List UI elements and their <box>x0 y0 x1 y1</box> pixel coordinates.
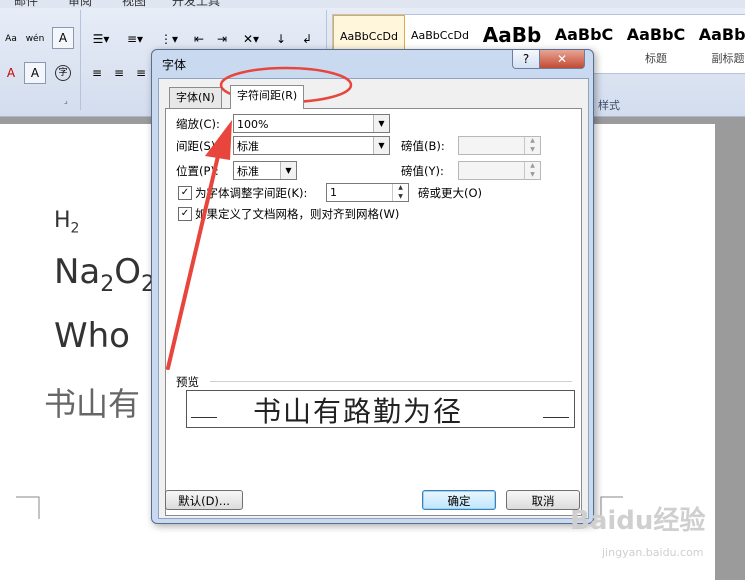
arrow-head <box>205 120 232 160</box>
watermark-logo: Baidu经验 <box>570 506 706 536</box>
watermark-url: jingyan.baidu.com <box>602 546 704 559</box>
tutorial-annotation <box>166 66 353 370</box>
tab-character-spacing[interactable]: 字符间距(R) <box>230 85 305 109</box>
arrow-shaft <box>166 154 220 370</box>
